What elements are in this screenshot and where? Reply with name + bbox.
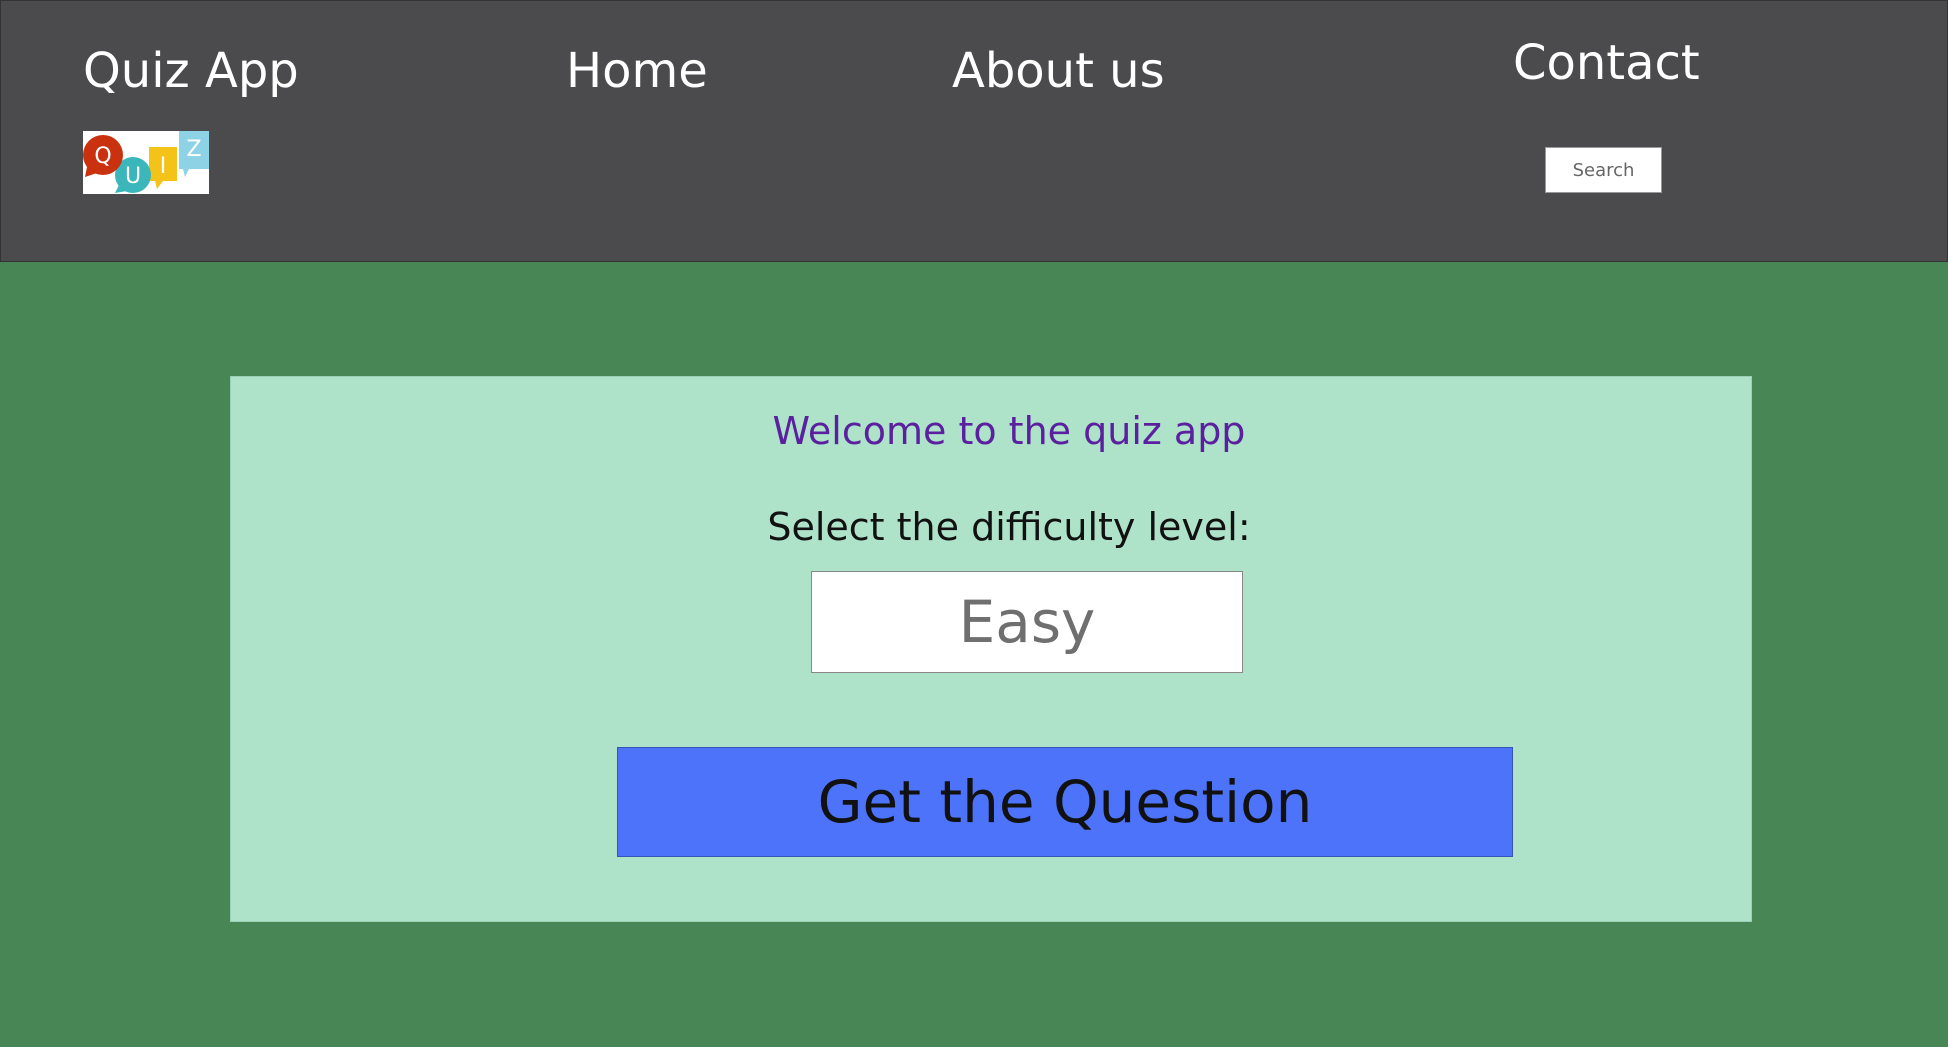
app-title: Quiz App — [83, 43, 299, 99]
quiz-logo-graphic: Z I U Q — [83, 131, 209, 193]
svg-text:I: I — [160, 154, 167, 179]
quiz-logo: Z I U Q — [83, 131, 209, 194]
get-question-button[interactable]: Get the Question — [617, 747, 1513, 857]
nav-home-link[interactable]: Home — [566, 47, 708, 95]
nav-contact-link[interactable]: Contact — [1513, 39, 1700, 87]
top-navbar: Quiz App Home About us Contact Z I U Q — [0, 0, 1948, 262]
nav-about-link[interactable]: About us — [952, 47, 1165, 95]
difficulty-label: Select the difficulty level: — [767, 505, 1251, 549]
difficulty-select[interactable]: Easy — [811, 571, 1243, 673]
svg-text:Q: Q — [94, 144, 111, 169]
svg-text:Z: Z — [186, 137, 201, 162]
quiz-start-card: Welcome to the quiz app Select the diffi… — [230, 376, 1752, 922]
welcome-heading: Welcome to the quiz app — [772, 409, 1246, 453]
svg-text:U: U — [125, 164, 141, 189]
search-input[interactable] — [1545, 147, 1662, 193]
